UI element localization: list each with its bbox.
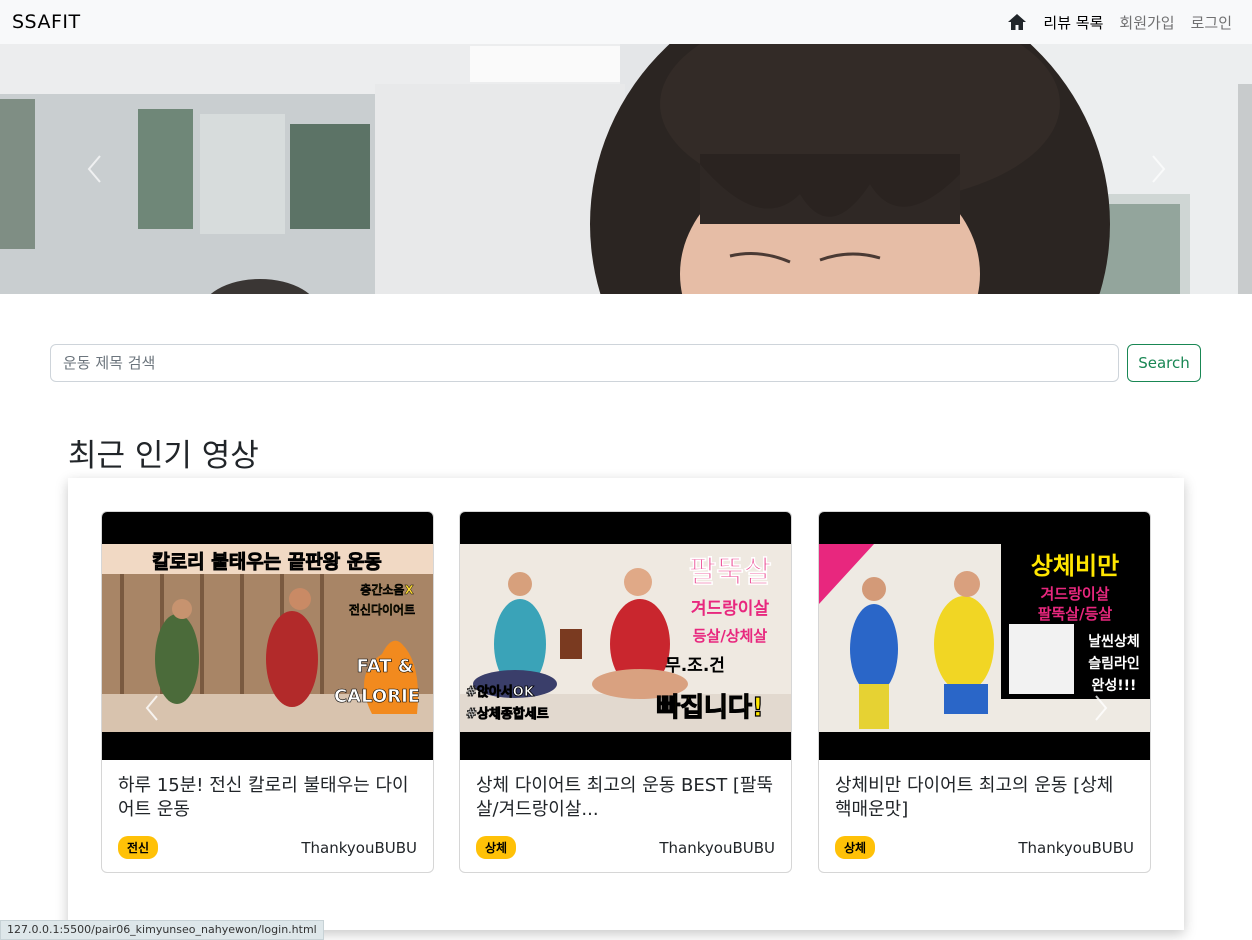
thumb-text: 빠집니다! bbox=[656, 693, 764, 723]
video-carousel: 칼로리 불태우는 끝판왕 운동 층간소음X 전신다이어트 FAT & CALOR… bbox=[68, 478, 1184, 930]
card-body: 하루 15분! 전신 칼로리 불태우는 다이어트 운동 전신 ThankyouB… bbox=[102, 760, 433, 859]
navbar: SSAFIT 리뷰 목록 회원가입 로그인 bbox=[0, 0, 1252, 44]
card-body: 상체 다이어트 최고의 운동 BEST [팔뚝살/겨드랑이살... 상체 Tha… bbox=[460, 760, 791, 859]
channel-name: ThankyouBUBU bbox=[1018, 838, 1134, 857]
category-badge: 전신 bbox=[118, 836, 159, 859]
carousel-prev-icon[interactable] bbox=[143, 693, 161, 723]
nav-links: 리뷰 목록 회원가입 로그인 bbox=[1007, 12, 1232, 33]
video-title[interactable]: 상체 다이어트 최고의 운동 BEST [팔뚝살/겨드랑이살... bbox=[476, 774, 775, 822]
thumb-text: #상체종합세트 bbox=[466, 706, 549, 722]
video-thumbnail[interactable]: 팔뚝살 겨드랑이살 등살/상체살 무.조.건 빠집니다! #앉아서OK #상체종… bbox=[460, 512, 791, 760]
thumb-text: 슬림라인 bbox=[1088, 655, 1140, 672]
nav-review-list[interactable]: 리뷰 목록 bbox=[1043, 12, 1103, 33]
thumb-text: FAT & bbox=[356, 656, 413, 677]
section-title: 최근 인기 영상 bbox=[68, 438, 259, 474]
video-title[interactable]: 하루 15분! 전신 칼로리 불태우는 다이어트 운동 bbox=[118, 774, 417, 822]
hero-image bbox=[0, 44, 1252, 294]
search-form: Search bbox=[50, 344, 1201, 382]
card-footer: 상체 ThankyouBUBU bbox=[835, 836, 1134, 859]
thumb-text: 칼로리 불태우는 끝판왕 운동 bbox=[152, 551, 382, 573]
thumb-text: 겨드랑이살 bbox=[691, 599, 770, 619]
video-title[interactable]: 상체비만 다이어트 최고의 운동 [상체 핵매운맛] bbox=[835, 774, 1134, 822]
brand-logo[interactable]: SSAFIT bbox=[12, 11, 81, 33]
thumb-text: 팔뚝살/등살 bbox=[1038, 605, 1113, 623]
category-badge: 상체 bbox=[835, 836, 876, 859]
card-body: 상체비만 다이어트 최고의 운동 [상체 핵매운맛] 상체 ThankyouBU… bbox=[819, 760, 1150, 859]
carousel-next-icon[interactable] bbox=[1092, 693, 1110, 723]
card-footer: 전신 ThankyouBUBU bbox=[118, 836, 417, 859]
video-card[interactable]: 팔뚝살 겨드랑이살 등살/상체살 무.조.건 빠집니다! #앉아서OK #상체종… bbox=[459, 511, 792, 873]
card-footer: 상체 ThankyouBUBU bbox=[476, 836, 775, 859]
thumb-text: 겨드랑이살 bbox=[1040, 585, 1109, 603]
thumb-text: 완성!!! bbox=[1092, 678, 1137, 694]
channel-name: ThankyouBUBU bbox=[301, 838, 417, 857]
status-bar-url: 127.0.0.1:5500/pair06_kimyunseo_nahyewon… bbox=[0, 920, 324, 940]
thumb-text: 전신다이어트 bbox=[349, 602, 415, 617]
thumb-text: 날씬상체 bbox=[1088, 634, 1140, 650]
hero-prev-icon[interactable] bbox=[85, 154, 105, 184]
thumb-text: #앉아서OK bbox=[466, 684, 535, 700]
search-input[interactable] bbox=[50, 344, 1119, 382]
category-badge: 상체 bbox=[476, 836, 517, 859]
thumb-text: 층간소음X bbox=[360, 582, 414, 597]
thumb-text: 무.조.건 bbox=[665, 656, 725, 676]
thumb-text: CALORIE bbox=[334, 686, 420, 707]
nav-login[interactable]: 로그인 bbox=[1191, 12, 1232, 33]
search-button[interactable]: Search bbox=[1127, 344, 1201, 382]
video-card[interactable]: 칼로리 불태우는 끝판왕 운동 층간소음X 전신다이어트 FAT & CALOR… bbox=[101, 511, 434, 873]
home-icon[interactable] bbox=[1007, 13, 1027, 31]
thumb-text: 상체비만 bbox=[1031, 552, 1119, 580]
channel-name: ThankyouBUBU bbox=[659, 838, 775, 857]
thumb-text: 등살/상체살 bbox=[693, 627, 768, 645]
video-card[interactable]: 상체비만 겨드랑이살 팔뚝살/등살 날씬상체 슬림라인 완성!!! 상체비만 다… bbox=[818, 511, 1151, 873]
hero-carousel bbox=[0, 44, 1252, 294]
nav-signup[interactable]: 회원가입 bbox=[1119, 12, 1174, 33]
hero-next-icon[interactable] bbox=[1148, 154, 1168, 184]
thumb-text: 팔뚝살 bbox=[689, 555, 772, 590]
